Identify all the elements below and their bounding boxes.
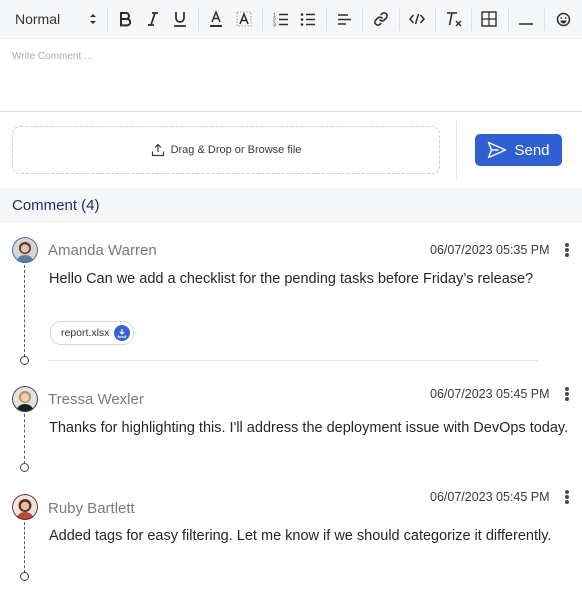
attachment-chip[interactable]: report.xlsx xyxy=(50,321,134,345)
send-button[interactable]: Send xyxy=(475,134,562,166)
link-button[interactable] xyxy=(372,9,390,29)
emoji-icon xyxy=(556,12,570,26)
text-color-button[interactable] xyxy=(207,9,225,29)
text-color-icon xyxy=(210,10,222,27)
avatar-amanda-warren-icon xyxy=(12,237,38,263)
highlight-icon xyxy=(236,11,252,27)
code-button[interactable] xyxy=(408,9,426,29)
avatar-ruby-bartlett-icon xyxy=(12,494,38,520)
timeline-node xyxy=(20,463,29,472)
avatar xyxy=(12,386,38,412)
comment-text: Added tags for easy filtering. Let me kn… xyxy=(49,528,552,544)
link-icon xyxy=(374,12,388,26)
avatar-tressa-wexler-icon xyxy=(12,386,38,412)
editor-toolbar: Normal 123 xyxy=(0,0,582,39)
underline-icon xyxy=(174,11,186,27)
comment-timestamp: 06/07/2023 05:45 PM xyxy=(430,387,550,401)
toolbar-divider xyxy=(544,8,545,31)
download-button[interactable] xyxy=(114,325,130,341)
timeline-line xyxy=(24,414,25,464)
comment-item: Ruby Bartlett 06/07/2023 05:45 PM Added … xyxy=(0,490,582,589)
comment-author: Ruby Bartlett xyxy=(48,500,135,517)
table-button[interactable] xyxy=(480,9,498,29)
avatar xyxy=(12,494,38,520)
upload-icon xyxy=(151,143,164,157)
align-button[interactable] xyxy=(335,9,353,29)
comments-header: Comment (4) xyxy=(0,188,582,223)
comment-text: Hello Can we add a checklist for the pen… xyxy=(49,271,534,287)
format-select-value: Normal xyxy=(15,11,61,27)
clear-format-icon xyxy=(447,11,462,26)
vertical-divider xyxy=(456,120,457,181)
comment-editor[interactable]: Write Comment ... xyxy=(0,39,582,112)
ordered-list-button[interactable]: 123 xyxy=(272,9,290,29)
timeline-line xyxy=(24,522,25,573)
clear-format-button[interactable] xyxy=(444,9,464,29)
toolbar-divider xyxy=(326,8,327,31)
table-icon xyxy=(481,11,497,27)
comment-menu-button[interactable] xyxy=(564,387,570,401)
format-select[interactable]: Normal xyxy=(8,9,100,29)
code-icon xyxy=(409,13,425,25)
send-icon xyxy=(488,141,507,159)
timeline-node xyxy=(20,572,29,581)
avatar xyxy=(12,237,38,263)
comment-author: Tressa Wexler xyxy=(48,391,144,408)
bullet-list-icon xyxy=(300,12,315,26)
underline-button[interactable] xyxy=(171,9,189,29)
comment-menu-button[interactable] xyxy=(564,243,570,257)
toolbar-divider xyxy=(508,8,509,31)
italic-button[interactable] xyxy=(144,9,162,29)
send-button-label: Send xyxy=(514,141,550,159)
horizontal-rule-icon xyxy=(519,23,533,25)
toolbar-divider xyxy=(107,8,108,31)
dropzone-label: Drag & Drop or Browse file xyxy=(170,144,302,156)
comment-divider xyxy=(48,360,538,361)
comment-item: Tressa Wexler 06/07/2023 05:45 PM Thanks… xyxy=(0,386,582,481)
toolbar-divider xyxy=(198,8,199,31)
bullet-list-button[interactable] xyxy=(299,9,317,29)
toolbar-divider xyxy=(262,8,263,31)
svg-text:3: 3 xyxy=(273,22,276,27)
select-arrows-icon xyxy=(90,14,96,24)
comment-menu-button[interactable] xyxy=(564,490,570,504)
comment-author: Amanda Warren xyxy=(48,242,157,259)
bold-icon xyxy=(120,12,132,27)
horizontal-rule-button[interactable] xyxy=(517,9,535,29)
attachment-filename: report.xlsx xyxy=(61,327,110,339)
toolbar-divider xyxy=(435,8,436,31)
bold-button[interactable] xyxy=(116,9,134,29)
comment-timestamp: 06/07/2023 05:35 PM xyxy=(430,243,550,257)
file-dropzone[interactable]: Drag & Drop or Browse file xyxy=(12,126,440,174)
toolbar-divider xyxy=(362,8,363,31)
timeline-line xyxy=(24,265,25,357)
comments-count-title: Comment (4) xyxy=(12,197,100,214)
editor-placeholder: Write Comment ... xyxy=(12,51,93,62)
timeline-node xyxy=(20,356,29,365)
emoji-button[interactable] xyxy=(554,9,572,29)
ordered-list-icon: 123 xyxy=(273,12,288,27)
toolbar-divider xyxy=(399,8,400,31)
toolbar-divider xyxy=(471,8,472,31)
comment-text: Thanks for highlighting this. I'll addre… xyxy=(49,420,569,436)
italic-icon xyxy=(148,12,158,26)
comment-timestamp: 06/07/2023 05:45 PM xyxy=(430,490,550,504)
comment-item: Amanda Warren 06/07/2023 05:35 PM Hello … xyxy=(0,237,582,367)
highlight-button[interactable] xyxy=(235,9,253,29)
download-icon xyxy=(117,329,127,338)
align-left-icon xyxy=(337,13,351,25)
